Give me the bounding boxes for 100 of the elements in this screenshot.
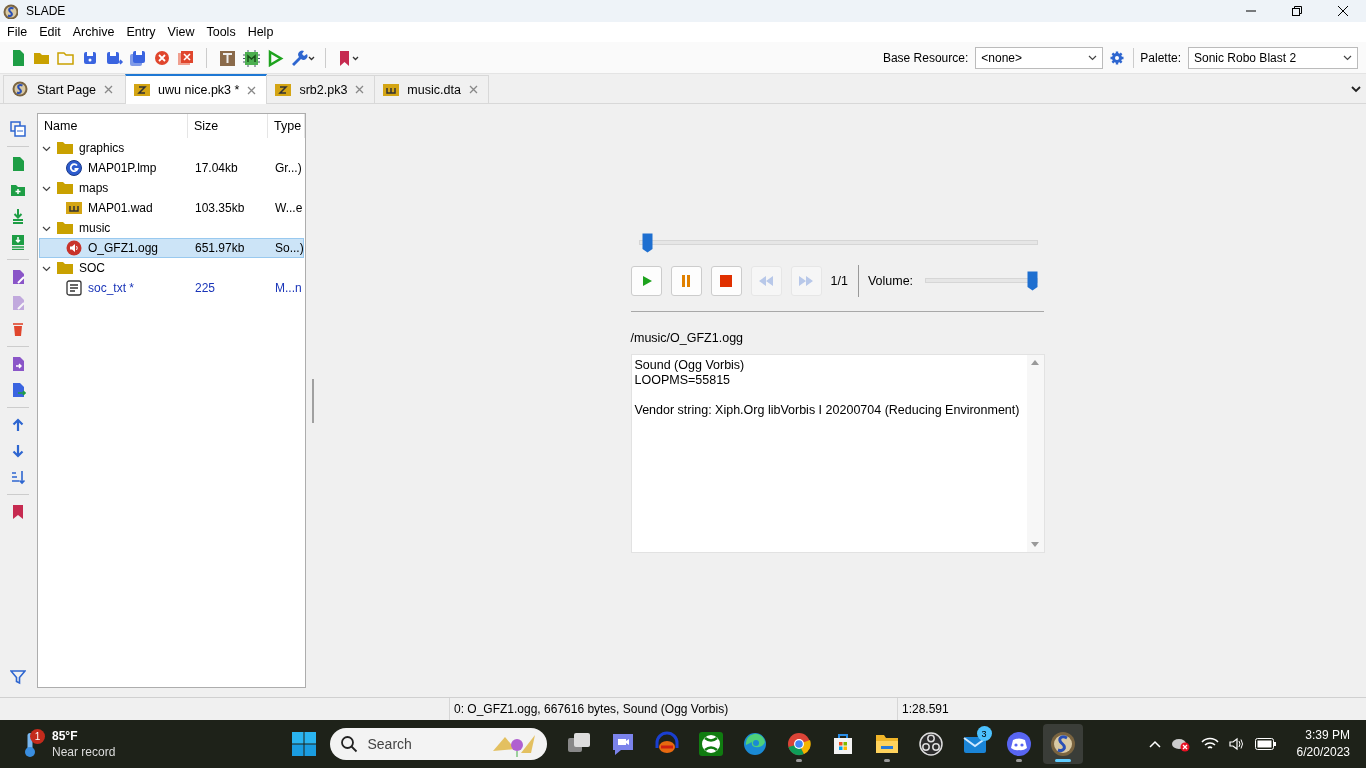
windows-logo-icon: [291, 732, 316, 756]
running-indicator: [1015, 759, 1022, 762]
gear-logo-icon: [12, 81, 29, 98]
entry-name[interactable]: MAP01.wad: [88, 201, 153, 215]
base-resource-label: Base Resource:: [882, 50, 969, 65]
entry-path: /music/O_GFZ1.ogg: [630, 331, 745, 345]
folder-icon: [57, 141, 73, 155]
palette-dropdown[interactable]: Sonic Robo Blast 2: [1188, 46, 1358, 69]
prev-icon: [758, 273, 774, 289]
play-button[interactable]: [630, 266, 662, 296]
folder-icon: [57, 181, 73, 195]
clock-time: 3:39 PM: [1305, 727, 1350, 744]
volume-icon[interactable]: [1228, 737, 1245, 751]
tab-close-icon[interactable]: [104, 85, 114, 94]
rename-icon[interactable]: [10, 269, 26, 285]
obs-app-icon: [916, 730, 945, 758]
column-header[interactable]: Name: [38, 114, 188, 138]
track-counter: 1/1: [830, 274, 848, 288]
entry-name[interactable]: O_GFZ1.ogg: [88, 241, 159, 255]
scrollbar[interactable]: [1026, 355, 1044, 552]
slider-thumb[interactable]: [1026, 271, 1038, 291]
menu-item[interactable]: Archive: [66, 25, 121, 39]
taskbar-app[interactable]: 3: [954, 724, 995, 764]
column-header[interactable]: Size: [188, 114, 268, 138]
menu-item[interactable]: Tools: [200, 25, 242, 39]
search-icon: [339, 735, 358, 753]
entry-name[interactable]: soc_txt *: [88, 281, 135, 295]
export-as-icon[interactable]: [10, 382, 26, 398]
palette-label: Palette:: [1140, 50, 1181, 65]
wifi-icon[interactable]: [1200, 737, 1219, 751]
close-circle-icon[interactable]: [152, 48, 172, 67]
tab-close-icon[interactable]: [355, 85, 365, 94]
entry-type: Gr...): [274, 161, 303, 175]
column-header[interactable]: Type: [268, 114, 305, 138]
wad-archive-icon: [66, 201, 82, 215]
close-all-icon[interactable]: [176, 48, 196, 67]
menu-item[interactable]: File: [1, 25, 34, 39]
tab[interactable]: uwu nice.pk3 *: [125, 74, 268, 104]
move-down-icon[interactable]: [10, 443, 26, 459]
crate-icon[interactable]: [217, 48, 237, 67]
pause-button[interactable]: [670, 266, 702, 296]
app-logo-icon: [3, 3, 18, 19]
window-title: SLADE: [26, 4, 66, 18]
graphic-icon: [66, 160, 82, 176]
tab-close-icon[interactable]: [247, 85, 257, 95]
slider-thumb[interactable]: [642, 233, 654, 253]
splitter-handle[interactable]: [312, 378, 314, 423]
bookmark-icon[interactable]: [10, 504, 26, 520]
menu-item[interactable]: Entry: [120, 25, 162, 39]
running-indicator: [795, 759, 802, 762]
entry-name[interactable]: graphics: [79, 141, 125, 155]
tab[interactable]: music.dta: [374, 75, 489, 103]
cloud-error-icon[interactable]: [1170, 736, 1191, 752]
import-folder-icon[interactable]: [10, 234, 26, 250]
search-field[interactable]: Search: [329, 728, 547, 760]
stop-button[interactable]: [710, 266, 742, 296]
menu-item[interactable]: Edit: [33, 25, 67, 39]
folder-icon: [57, 261, 73, 275]
base-resource-dropdown[interactable]: <none>: [975, 46, 1104, 69]
volume-slider[interactable]: [924, 270, 1038, 292]
entry-name[interactable]: MAP01P.lmp: [88, 161, 157, 175]
export-icon[interactable]: [10, 356, 26, 372]
entry-name[interactable]: SOC: [79, 261, 105, 275]
filter-icon[interactable]: [10, 669, 26, 685]
clock[interactable]: 3:39 PM 6/20/2023: [1296, 727, 1350, 761]
entry-name[interactable]: maps: [79, 181, 109, 195]
entry-type: So...): [274, 241, 304, 255]
taskbar-app[interactable]: [1042, 724, 1083, 764]
chip-icon[interactable]: [241, 48, 261, 67]
tab-list-caret-icon[interactable]: [1351, 85, 1361, 93]
entry-size: 225: [194, 281, 217, 295]
entry-type: M...n: [274, 281, 303, 295]
scroll-up-icon[interactable]: [1031, 359, 1039, 365]
battery-icon[interactable]: [1254, 738, 1277, 750]
tab[interactable]: Start Page: [3, 75, 127, 103]
move-up-icon[interactable]: [10, 417, 26, 433]
restore-icon: [1292, 6, 1302, 16]
copy-icon[interactable]: [10, 121, 26, 137]
menu-item[interactable]: View: [161, 25, 201, 39]
folder-icon: [57, 221, 73, 235]
scroll-down-icon[interactable]: [1031, 542, 1039, 548]
chevron-up-icon[interactable]: [1148, 740, 1161, 748]
tab-close-icon[interactable]: [468, 85, 478, 94]
import-icon[interactable]: [10, 208, 26, 224]
stop-icon: [718, 273, 734, 289]
selected-row[interactable]: O_GFZ1.ogg 651.97kb So...): [39, 238, 304, 258]
menu-item[interactable]: Help: [241, 25, 280, 39]
running-indicator: [883, 759, 890, 762]
discord-app-icon: [1004, 730, 1033, 758]
clock-date: 6/20/2023: [1296, 744, 1350, 761]
new-entry-icon[interactable]: [10, 156, 26, 172]
new-folder-icon[interactable]: [10, 182, 26, 198]
settings-icon[interactable]: [1110, 50, 1125, 65]
sort-icon[interactable]: [10, 469, 26, 485]
entry-type: W...e: [274, 201, 303, 215]
delete-icon[interactable]: [10, 321, 26, 337]
text-document-icon: [66, 280, 82, 296]
save-all-icon[interactable]: [128, 48, 148, 67]
seek-slider[interactable]: [638, 232, 1038, 254]
entry-name[interactable]: music: [79, 221, 111, 235]
